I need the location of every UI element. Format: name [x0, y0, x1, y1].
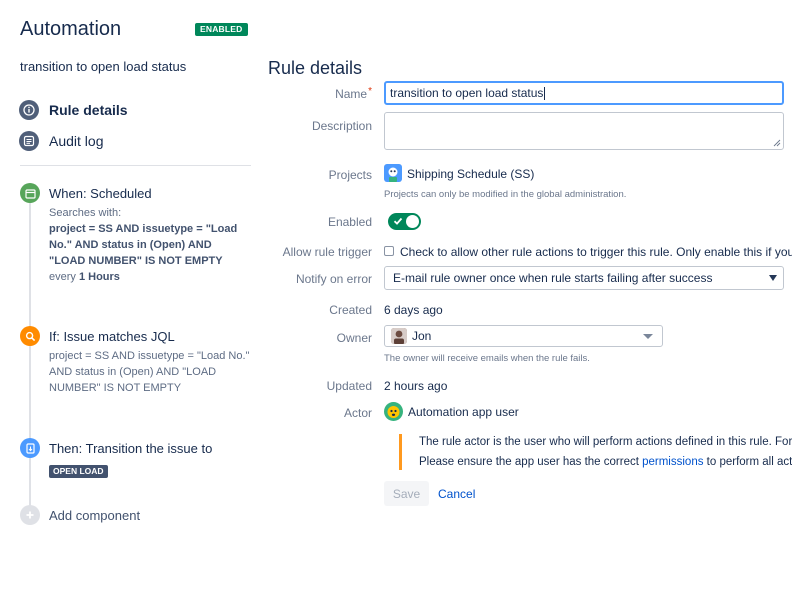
- owner-avatar: [391, 328, 407, 344]
- transition-icon: [20, 438, 40, 458]
- project-avatar-icon: [384, 164, 402, 182]
- calendar-icon: [20, 183, 40, 203]
- description-label: Description: [311, 119, 372, 133]
- nav-item-rule-details[interactable]: Rule details: [19, 99, 128, 121]
- updated-value: 2 hours ago: [384, 379, 448, 393]
- project-name-link[interactable]: Shipping Schedule (SS): [407, 167, 534, 181]
- actor-label: Actor: [343, 406, 372, 420]
- created-value: 6 days ago: [384, 303, 443, 317]
- enabled-status-badge: ENABLED: [195, 23, 248, 36]
- sidebar-divider: [20, 165, 251, 166]
- rule-name-heading: transition to open load status: [20, 59, 187, 74]
- name-input[interactable]: transition to open load status: [384, 81, 784, 105]
- check-icon: [393, 217, 403, 225]
- resize-grip-icon[interactable]: [773, 139, 781, 147]
- nav-label: Audit log: [49, 133, 104, 149]
- component-timeline: [29, 200, 31, 512]
- allow-rule-trigger-text: Check to allow other rule actions to tri…: [400, 245, 792, 259]
- enabled-toggle[interactable]: [388, 213, 421, 230]
- action-component-title[interactable]: Then: Transition the issue to: [49, 441, 212, 456]
- trigger-component-description: Searches with: project = SS AND issuetyp…: [49, 207, 238, 283]
- actor-info-line-1: The rule actor is the user who will perf…: [419, 436, 792, 448]
- created-label: Created: [329, 303, 372, 317]
- trigger-component-title[interactable]: When: Scheduled: [49, 186, 152, 201]
- updated-label: Updated: [326, 379, 372, 393]
- enabled-label: Enabled: [327, 215, 372, 229]
- required-mark: *: [368, 86, 372, 97]
- owner-label: Owner: [336, 331, 372, 345]
- actor-info-bar: [399, 434, 402, 470]
- save-button[interactable]: Save: [384, 481, 429, 506]
- condition-component-description: project = SS AND issuetype = "Load No." …: [49, 350, 250, 394]
- app-title: Automation: [20, 18, 122, 40]
- name-label: Name*: [335, 86, 372, 101]
- owner-helper-text: The owner will receive emails when the r…: [384, 353, 590, 364]
- allow-rule-trigger-label: Allow rule trigger: [282, 245, 372, 259]
- add-component-button[interactable]: Add component: [49, 508, 140, 523]
- plus-icon[interactable]: [20, 505, 40, 525]
- projects-helper-text: Projects can only be modified in the glo…: [384, 189, 627, 200]
- owner-select[interactable]: Jon: [384, 325, 663, 347]
- automation-user-avatar: [384, 402, 403, 421]
- actor-info-line-2: Please ensure the app user has the corre…: [419, 456, 792, 468]
- search-icon: [20, 326, 40, 346]
- list-icon: [19, 131, 39, 151]
- nav-label: Rule details: [49, 102, 128, 118]
- description-textarea[interactable]: [384, 112, 784, 150]
- allow-rule-trigger-checkbox[interactable]: [384, 246, 394, 256]
- condition-component-title[interactable]: If: Issue matches JQL: [49, 329, 175, 344]
- section-title: Rule details: [268, 58, 363, 78]
- cancel-button[interactable]: Cancel: [438, 487, 475, 501]
- info-icon: [19, 100, 39, 120]
- projects-label: Projects: [328, 168, 372, 182]
- permissions-link[interactable]: permissions: [642, 456, 703, 468]
- chevron-down-icon: [769, 275, 777, 281]
- chevron-down-icon: [643, 334, 653, 339]
- action-status-lozenge: OPEN LOAD: [49, 461, 108, 479]
- notify-on-error-label: Notify on error: [295, 272, 372, 286]
- nav-item-audit-log[interactable]: Audit log: [19, 130, 103, 152]
- notify-on-error-select[interactable]: E-mail rule owner once when rule starts …: [384, 266, 784, 290]
- actor-value: Automation app user: [408, 405, 519, 419]
